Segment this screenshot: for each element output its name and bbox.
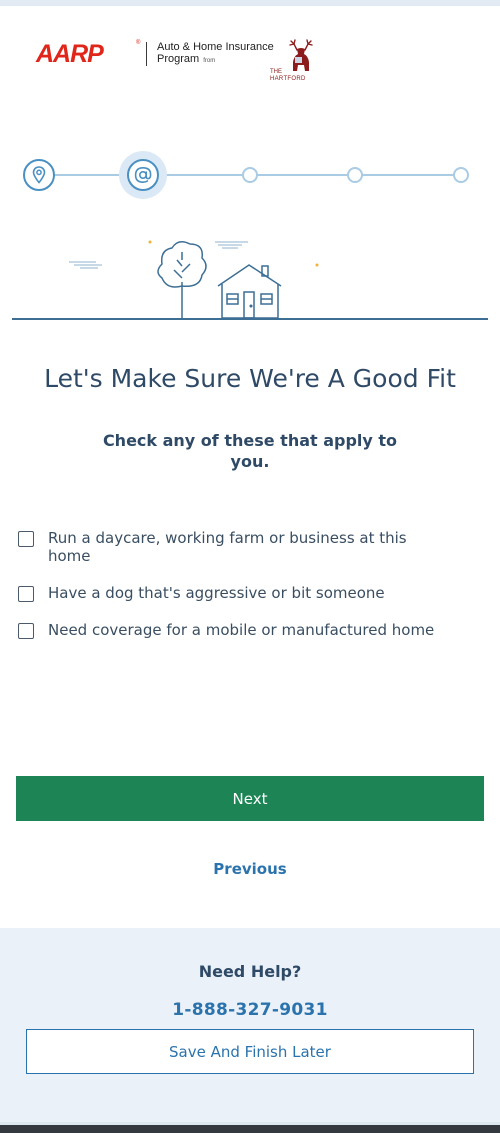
step-connector bbox=[362, 174, 456, 176]
step-3 bbox=[242, 167, 258, 183]
step-1-location bbox=[23, 159, 55, 191]
step-connector bbox=[256, 174, 350, 176]
help-phone-link[interactable]: 1-888-327-9031 bbox=[0, 1000, 500, 1020]
registered-mark: ® bbox=[136, 40, 141, 46]
page-title: Let's Make Sure We're A Good Fit bbox=[44, 364, 456, 393]
step-connector bbox=[54, 174, 124, 176]
help-title: Need Help? bbox=[198, 962, 302, 981]
save-and-finish-later-button[interactable]: Save And Finish Later bbox=[26, 1029, 474, 1074]
checkbox[interactable] bbox=[18, 586, 34, 602]
aarp-hartford-logo[interactable]: AARP ® Auto & Home Insurance Program from… bbox=[36, 38, 326, 88]
hartford-name: HARTFORD bbox=[270, 76, 306, 82]
program-name-line2: Program from bbox=[157, 53, 215, 65]
option-label[interactable]: Run a daycare, working farm or business … bbox=[48, 529, 448, 565]
hartford-the: THE bbox=[270, 69, 282, 75]
step-2-email bbox=[127, 159, 159, 191]
step-4 bbox=[347, 167, 363, 183]
house-tree-illustration bbox=[12, 240, 488, 320]
progress-stepper bbox=[0, 150, 500, 200]
wind-lines-icon bbox=[69, 241, 248, 269]
top-band bbox=[0, 0, 500, 6]
house-icon bbox=[217, 264, 282, 319]
help-section: Need Help? 1-888-327-9031 Save And Finis… bbox=[0, 928, 500, 1122]
next-button[interactable]: Next bbox=[16, 776, 484, 821]
bottom-band bbox=[0, 1122, 500, 1133]
option-label[interactable]: Need coverage for a mobile or manufactur… bbox=[48, 621, 448, 639]
sparkle-icon bbox=[315, 263, 319, 267]
program-word: Program bbox=[157, 53, 200, 65]
tree-icon bbox=[157, 241, 207, 318]
location-pin-icon bbox=[32, 166, 46, 184]
step-connector bbox=[162, 174, 244, 176]
option-label[interactable]: Have a dog that's aggressive or bit some… bbox=[48, 584, 448, 602]
checkbox[interactable] bbox=[18, 623, 34, 639]
logo-divider bbox=[146, 42, 147, 66]
previous-link[interactable]: Previous bbox=[150, 860, 350, 878]
step-5 bbox=[453, 167, 469, 183]
checkbox[interactable] bbox=[18, 531, 34, 547]
page-subtitle: Check any of these that apply to you. bbox=[102, 431, 398, 471]
at-sign-icon bbox=[134, 166, 152, 184]
program-name-line1: Auto & Home Insurance bbox=[157, 41, 274, 53]
sparkle-icon bbox=[148, 240, 152, 244]
hartford-stag-icon bbox=[289, 39, 313, 71]
aarp-wordmark: AARP bbox=[36, 40, 104, 68]
program-from: from bbox=[203, 58, 216, 64]
